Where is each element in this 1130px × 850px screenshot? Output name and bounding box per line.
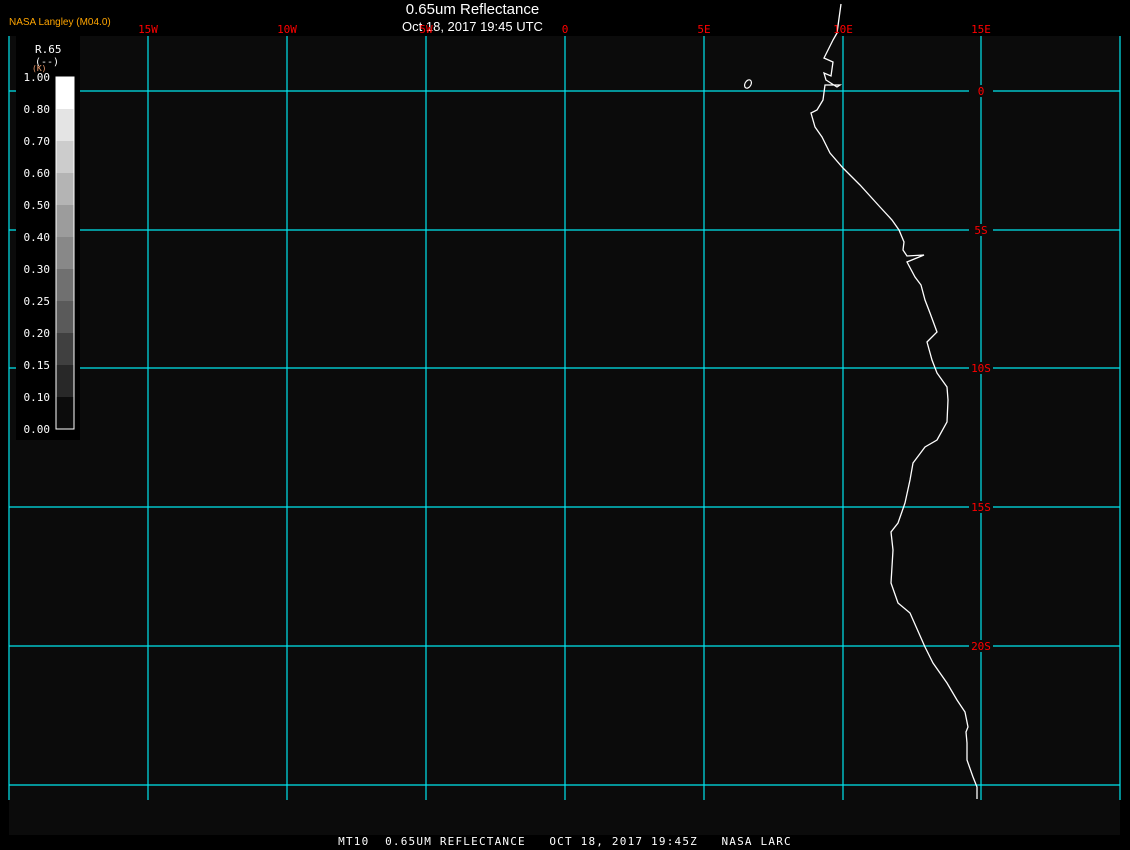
latitude-label: 0 bbox=[978, 85, 985, 98]
longitude-label: 15W bbox=[138, 23, 158, 36]
colorbar-tick-label: 0.25 bbox=[24, 295, 51, 308]
colorbar-tick-label: 0.60 bbox=[24, 167, 51, 180]
longitude-label: 10W bbox=[277, 23, 297, 36]
colorbar-tick-label: 0.00 bbox=[24, 423, 51, 436]
colorbar-bin bbox=[56, 205, 74, 237]
map-canvas: 15W 10W 5W 0 5E 10E 15E05S10S15S20S R.65 (--) … bbox=[8, 3, 1121, 835]
longitude-label: 0 bbox=[562, 23, 569, 36]
colorbar-bin bbox=[56, 173, 74, 205]
latitude-label: 15S bbox=[971, 501, 991, 514]
colorbar-bin bbox=[56, 301, 74, 333]
longitude-label: 5W bbox=[419, 23, 433, 36]
colorbar-bin bbox=[56, 77, 74, 109]
footer-caption: MT10 0.65UM REFLECTANCE OCT 18, 2017 19:… bbox=[0, 835, 1130, 848]
colorbar-tick-label: 0.40 bbox=[24, 231, 51, 244]
latitude-label: 5S bbox=[974, 224, 987, 237]
colorbar-bin bbox=[56, 333, 74, 365]
colorbar-legend: R.65 (--) (K) 1.000.800.700.600.500.400.… bbox=[16, 36, 80, 440]
colorbar-bin bbox=[56, 141, 74, 173]
colorbar-tick-label: 0.50 bbox=[24, 199, 51, 212]
colorbar-bin bbox=[56, 365, 74, 397]
colorbar-bin bbox=[56, 237, 74, 269]
colorbar-tick-label: 0.80 bbox=[24, 103, 51, 116]
colorbar-tick-label: 0.30 bbox=[24, 263, 51, 276]
latitude-label: 10S bbox=[971, 362, 991, 375]
colorbar-tick-label: 0.10 bbox=[24, 391, 51, 404]
colorbar-bin bbox=[56, 109, 74, 141]
legend-variable: R.65 bbox=[35, 43, 62, 56]
longitude-label: 15E bbox=[971, 23, 991, 36]
longitude-label: 10E bbox=[833, 23, 853, 36]
colorbar-tick-label: 0.20 bbox=[24, 327, 51, 340]
colorbar-tick-label: 1.00 bbox=[24, 71, 51, 84]
colorbar-bin bbox=[56, 397, 74, 429]
colorbar-tick-label: 0.70 bbox=[24, 135, 51, 148]
colorbar-tick-label: 0.15 bbox=[24, 359, 51, 372]
latitude-label: 20S bbox=[971, 640, 991, 653]
colorbar-bin bbox=[56, 269, 74, 301]
footer-text: MT10 0.65UM REFLECTANCE OCT 18, 2017 19:… bbox=[338, 835, 792, 848]
longitude-label: 5E bbox=[697, 23, 710, 36]
